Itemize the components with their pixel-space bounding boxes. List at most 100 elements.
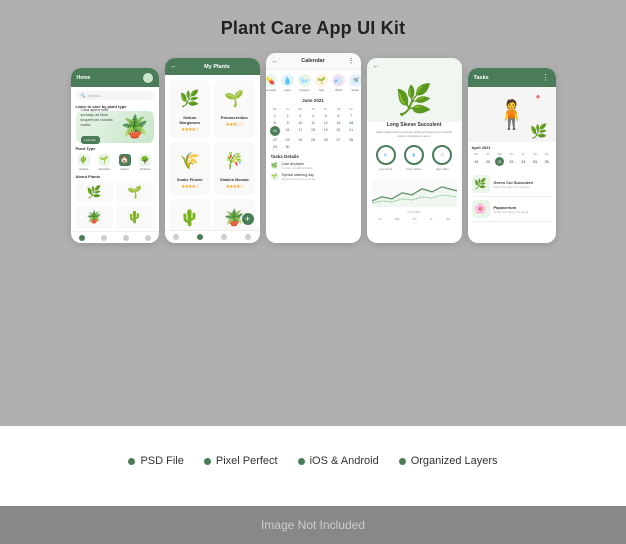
p5-plant-side: 🌿 — [530, 123, 547, 140]
p3-icon-oxygen[interactable]: 🌬️ Oxygen — [298, 74, 311, 92]
plant-card-1[interactable]: 🌿 — [76, 181, 114, 203]
cal-18[interactable]: 18 — [307, 126, 320, 136]
p5-day-su[interactable]: Su 25 — [542, 152, 552, 166]
p2-stars-3: ★★★★☆ — [181, 184, 198, 190]
p3-header: ← Calendar ⋮ — [266, 53, 361, 70]
psd-label: PSD File — [140, 455, 183, 467]
p1-lets-go-btn[interactable]: Let's Go — [81, 136, 100, 144]
nav-plants[interactable] — [101, 235, 107, 241]
p2-plant-img-5: 🌵 — [180, 204, 200, 232]
type-cactus[interactable]: 🌵 Cactus — [78, 154, 90, 171]
p5-day-we[interactable]: We 21 — [495, 152, 505, 166]
cal-28[interactable]: 28 — [345, 136, 358, 143]
cal-14[interactable]: 14 — [345, 119, 358, 126]
p5-task-icon-2: 🌸 — [472, 200, 490, 218]
cal-27[interactable]: 27 — [332, 136, 345, 143]
p3-icon-soil[interactable]: 🌱 Soil — [315, 74, 328, 92]
indoor-icon: 🏠 — [119, 154, 131, 166]
p2-stars-1: ★★★★☆ — [181, 127, 198, 133]
p3-back-icon[interactable]: ← — [272, 58, 279, 65]
cal-22[interactable]: 22 — [269, 136, 282, 143]
cal-26[interactable]: 26 — [319, 136, 332, 143]
p2-plant-name-2: Prionoceridus — [221, 115, 248, 120]
p3-icon-care[interactable]: 💧 Care — [281, 74, 294, 92]
p3-icon-wind[interactable]: 💨 Wind — [332, 74, 345, 92]
p2-nav-4[interactable] — [245, 234, 251, 240]
p2-nav-1[interactable] — [173, 234, 179, 240]
cal-11[interactable]: 11 — [307, 119, 320, 126]
cal-15[interactable]: 15 — [270, 126, 280, 136]
p5-day-sa[interactable]: Sa 24 — [530, 152, 540, 166]
p3-task-2[interactable]: 🌱 Special watering day Aliquet elementum… — [271, 173, 356, 181]
p4-day-sa: Sa — [446, 217, 450, 221]
p5-day-th[interactable]: Th 22 — [507, 152, 517, 166]
p2-header: ← My Plants — [165, 58, 260, 75]
cal-10[interactable]: 10 — [294, 119, 307, 126]
cal-3[interactable]: 3 — [294, 112, 307, 119]
p2-nav-3[interactable] — [221, 234, 227, 240]
cal-12[interactable]: 12 — [319, 119, 332, 126]
cal-24[interactable]: 24 — [294, 136, 307, 143]
cal-30[interactable]: 30 — [281, 143, 294, 150]
cal-8[interactable]: 8 — [269, 119, 282, 126]
p2-plant-img-2: 🌱 — [224, 85, 244, 113]
cal-2[interactable]: 2 — [281, 112, 294, 119]
p3-task-1[interactable]: 🌿 Care all plants Fusce convallis lobort… — [271, 162, 356, 170]
p4-back-icon[interactable]: ← — [373, 63, 380, 70]
ios-label: iOS & Android — [310, 455, 379, 467]
outdoor-label: Outdoor — [140, 167, 151, 171]
cal-9[interactable]: 9 — [281, 119, 294, 126]
p2-card-3[interactable]: 🌾 Snake Flower ★★★★☆ — [170, 142, 211, 195]
p3-task-text-2: Special watering day Aliquet elementum e… — [282, 173, 316, 181]
type-outdoor[interactable]: 🌳 Outdoor — [139, 154, 151, 171]
nav-home[interactable] — [79, 235, 85, 241]
p4-day-we: We — [395, 217, 399, 221]
p3-icon-general[interactable]: 💊 General — [266, 74, 278, 92]
plant-card-3[interactable]: 🪴 — [76, 206, 114, 228]
cal-5[interactable]: 5 — [319, 112, 332, 119]
p2-plant-name-4: Shaken Bonsai — [220, 177, 249, 182]
type-indoor[interactable]: 🏠 Indoor — [119, 154, 131, 171]
gray-footer-bar: Image Not Included — [0, 506, 626, 544]
cal-19[interactable]: 19 — [319, 126, 332, 136]
cal-20[interactable]: 20 — [332, 126, 345, 136]
p2-add-btn[interactable]: + — [242, 213, 254, 225]
cal-6[interactable]: 6 — [332, 112, 345, 119]
p5-day-fr[interactable]: Fr 23 — [518, 152, 528, 166]
cal-13[interactable]: 13 — [332, 119, 345, 126]
p5-day-mo[interactable]: Mo 19 — [471, 152, 481, 166]
cal-29[interactable]: 29 — [269, 143, 282, 150]
p3-menu-icon[interactable]: ⋮ — [348, 57, 355, 65]
cal-4[interactable]: 4 — [307, 112, 320, 119]
cal-23[interactable]: 23 — [281, 136, 294, 143]
p5-task-row-1[interactable]: 🌿 Green Cul Succulent Water this plant f… — [472, 172, 552, 197]
p1-search[interactable]: 🔍 Search... — [76, 91, 154, 100]
cal-16[interactable]: 16 — [281, 126, 294, 136]
type-suculent[interactable]: 🌱 Suculent — [98, 154, 110, 171]
cal-7[interactable]: 7 — [345, 112, 358, 119]
p5-day-tu[interactable]: Tu 20 — [483, 152, 493, 166]
p2-back-icon[interactable]: ← — [171, 63, 178, 70]
outdoor-icon: 🌳 — [139, 154, 151, 166]
p5-task-row-2[interactable]: 🌸 Papaverium Water this plant in 8 hours — [472, 197, 552, 222]
nav-calendar[interactable] — [123, 235, 129, 241]
p2-card-4[interactable]: 🎋 Shaken Bonsai ★★★★☆ — [214, 142, 255, 195]
care-label: Care — [284, 88, 291, 92]
plant-card-2[interactable]: 🌱 — [116, 181, 154, 203]
p1-plant-types: 🌵 Cactus 🌱 Suculent 🏠 Indoor 🌳 Outdoor — [76, 154, 154, 171]
features-row: PSD File Pixel Perfect iOS & Android Org… — [128, 455, 497, 467]
p5-menu-icon[interactable]: ⋮ — [542, 73, 550, 82]
p3-day-tu: Tu — [281, 105, 294, 112]
cal-25[interactable]: 25 — [307, 136, 320, 143]
p4-wind-circle: 💨 — [376, 145, 396, 165]
cal-1[interactable]: 1 — [269, 112, 282, 119]
cal-21[interactable]: 21 — [345, 126, 358, 136]
p3-icon-water[interactable]: 🚿 Water — [349, 74, 361, 92]
plant-card-4[interactable]: 🌵 — [116, 206, 154, 228]
p2-card-2[interactable]: 🌱 Prionoceridus ★★★☆☆ — [214, 80, 255, 138]
p1-plant-grid: 🌿 🌱 🪴 🌵 — [76, 181, 154, 228]
p2-card-1[interactable]: 🌿 Sedum Morganum ★★★★☆ — [170, 80, 211, 138]
cal-17[interactable]: 17 — [294, 126, 307, 136]
nav-profile[interactable] — [145, 235, 151, 241]
p2-nav-2[interactable] — [197, 234, 203, 240]
